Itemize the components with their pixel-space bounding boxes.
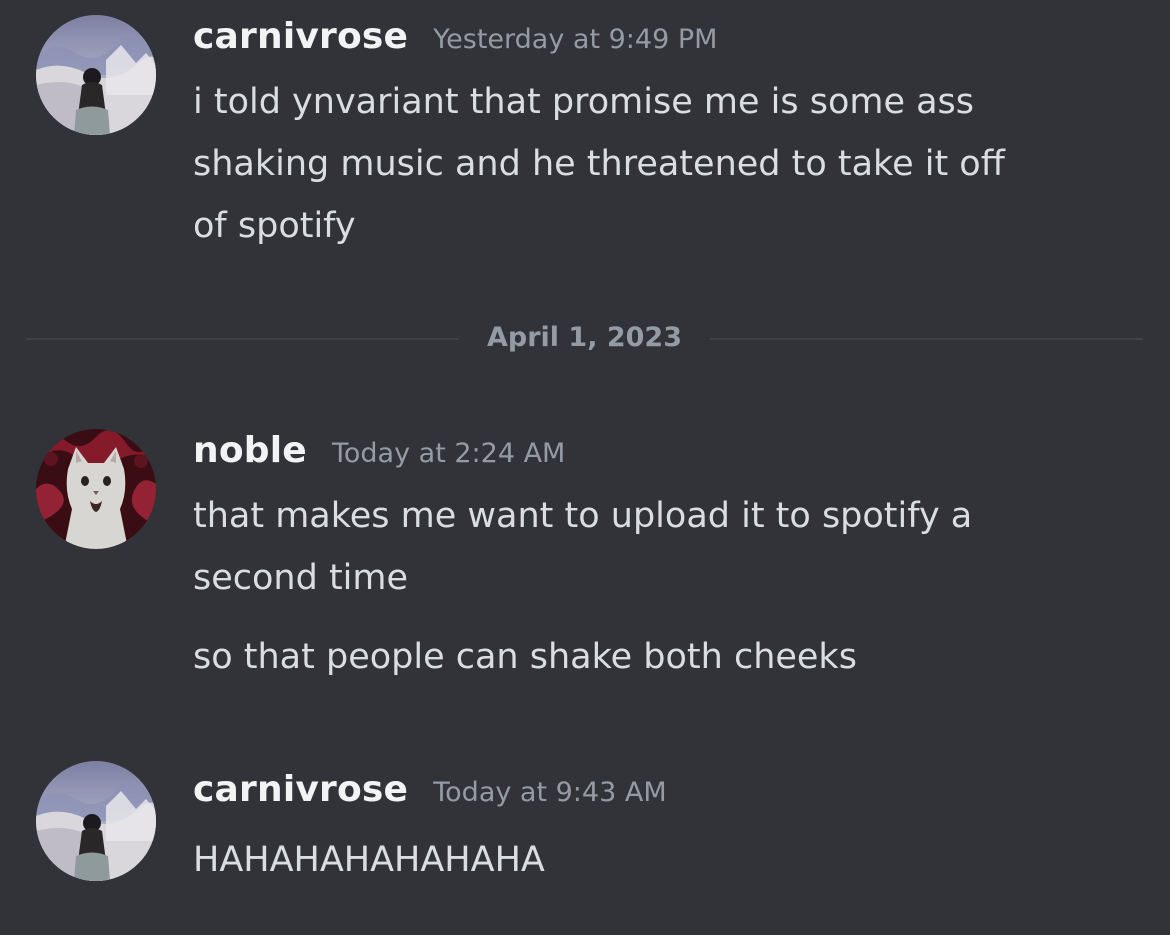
message-line: shaking music and he threatened to take … [193, 144, 1005, 184]
noble-avatar[interactable] [36, 429, 156, 549]
carnivrose-avatar[interactable] [36, 761, 156, 881]
message-header: noble Today at 2:24 AM [193, 430, 565, 471]
message-header: carnivrose Today at 9:43 AM [193, 769, 667, 810]
message-content: HAHAHAHAHAHAHA [193, 829, 1143, 891]
username[interactable]: noble [193, 430, 307, 471]
carnivrose-avatar-image [36, 761, 156, 881]
username[interactable]: carnivrose [193, 16, 408, 57]
message-content-followup: so that people can shake both cheeks [193, 626, 1143, 688]
message-line: second time [193, 558, 409, 598]
message-line: that makes me want to upload it to spoti… [193, 496, 973, 536]
message-line: of spotify [193, 206, 356, 246]
divider-date: April 1, 2023 [486, 322, 683, 353]
noble-avatar-image [36, 429, 156, 549]
message-content: that makes me want to upload it to spoti… [193, 485, 1143, 609]
divider-line-right [710, 338, 1143, 340]
carnivrose-avatar-image [36, 15, 156, 135]
username[interactable]: carnivrose [193, 769, 408, 810]
timestamp[interactable]: Today at 2:24 AM [332, 438, 565, 469]
message-header: carnivrose Yesterday at 9:49 PM [193, 16, 717, 57]
message-line: i told ynvariant that promise me is some… [193, 82, 975, 122]
date-divider: April 1, 2023 [27, 322, 1143, 353]
message-content: i told ynvariant that promise me is some… [193, 71, 1143, 257]
timestamp[interactable]: Yesterday at 9:49 PM [433, 24, 717, 55]
message-line: so that people can shake both cheeks [193, 637, 857, 677]
message-line: HAHAHAHAHAHAHA [193, 840, 545, 880]
divider-line-left [27, 338, 459, 340]
carnivrose-avatar[interactable] [36, 15, 156, 135]
timestamp[interactable]: Today at 9:43 AM [433, 777, 666, 808]
